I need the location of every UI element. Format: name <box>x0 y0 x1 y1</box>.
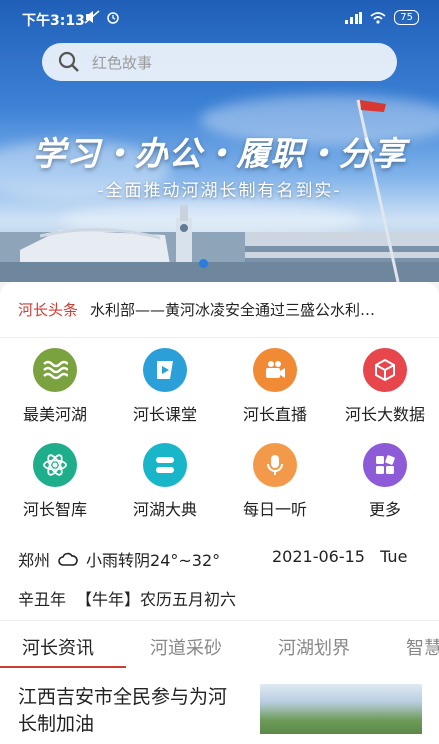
feature-hezhang-zhibo[interactable]: 河长直播 <box>220 348 330 425</box>
cloud-icon <box>58 552 78 566</box>
feature-hehu-dadian[interactable]: 河湖大典 <box>110 443 220 520</box>
weather-weekday: Tue <box>380 547 408 566</box>
play-icon <box>143 348 187 392</box>
feature-label: 河长智库 <box>22 500 87 519</box>
weather-condition: 小雨转阴24°~32° <box>86 551 221 570</box>
hero-banner[interactable]: 下午3:13 75 红色故事 学习・办公・履职・分享 -全面推动河湖长制有名到实… <box>0 0 439 282</box>
article-title[interactable]: 江西吉安市全民参与为河长制加油 <box>18 684 243 738</box>
feature-grid: 最美河湖 河长课堂 河长直播 河长大数据 河长智库 河湖大典 每日一听 更多 <box>0 337 439 532</box>
book-icon <box>143 443 187 487</box>
banner-subline: -全面推动河湖长制有名到实- <box>97 181 342 201</box>
waves-icon <box>33 348 77 392</box>
feature-label: 河长大数据 <box>344 405 425 424</box>
status-bar: 下午3:13 75 <box>0 0 439 36</box>
cube-icon <box>363 348 407 392</box>
lunar-year: 辛丑年 <box>18 590 67 609</box>
battery-icon: 75 <box>394 10 419 25</box>
feature-label: 河长课堂 <box>132 405 197 424</box>
mute-icon <box>84 10 100 24</box>
category-tabs: 河长资讯 河道采砂 河湖划界 智慧 <box>0 620 439 670</box>
zodiac-year: 【牛年】 <box>76 590 141 609</box>
feature-meiri-yiting[interactable]: 每日一听 <box>220 443 330 520</box>
ticker-tag: 河长头条 <box>18 301 79 319</box>
feature-hezhang-ketang[interactable]: 河长课堂 <box>110 348 220 425</box>
signal-icon <box>345 11 363 24</box>
feature-hezhang-zhiku[interactable]: 河长智库 <box>0 443 110 520</box>
status-time: 下午3:13 <box>22 13 85 29</box>
wifi-icon <box>370 11 386 24</box>
banner-headline: 学习・办公・履职・分享 <box>32 134 407 173</box>
feature-label: 河湖大典 <box>132 500 197 519</box>
mic-icon <box>253 443 297 487</box>
feature-label: 河长直播 <box>242 405 307 424</box>
feature-label: 每日一听 <box>242 500 307 519</box>
feature-label: 最美河湖 <box>22 405 87 424</box>
atom-icon <box>33 443 77 487</box>
lunar-date: 农历五月初六 <box>140 590 237 609</box>
tab-zhihui[interactable]: 智慧 <box>406 634 439 660</box>
feature-zuimei-hehu[interactable]: 最美河湖 <box>0 348 110 425</box>
tab-hezhang-zixun[interactable]: 河长资讯 <box>22 634 94 660</box>
video-icon <box>253 348 297 392</box>
search-icon <box>58 51 79 72</box>
tab-hehu-huajie[interactable]: 河湖划界 <box>278 634 350 660</box>
news-ticker[interactable]: 河长头条 水利部——黄河冰凌安全通过三盛公水利… <box>0 282 439 337</box>
active-tab-underline <box>0 666 126 668</box>
grid-icon <box>363 443 407 487</box>
bottom-nav <box>0 734 439 744</box>
carousel-indicator[interactable] <box>199 259 208 268</box>
weather-city: 郑州 <box>18 551 51 570</box>
search-bar[interactable]: 红色故事 <box>42 43 397 81</box>
ticker-text[interactable]: 水利部——黄河冰凌安全通过三盛公水利… <box>90 299 375 320</box>
tab-hedao-caisha[interactable]: 河道采砂 <box>150 634 222 660</box>
alarm-icon <box>107 12 119 24</box>
weather-date: 2021-06-15 <box>272 547 365 566</box>
news-list-item[interactable]: 江西吉安市全民参与为河长制加油 <box>0 670 439 744</box>
weather-panel: 郑州 小雨转阴24°~32° 2021-06-15 Tue 辛丑年 【牛年】 农… <box>0 532 439 620</box>
feature-more[interactable]: 更多 <box>330 443 439 520</box>
feature-hezhang-dashuju[interactable]: 河长大数据 <box>330 348 439 425</box>
feature-label: 更多 <box>368 500 401 519</box>
search-placeholder: 红色故事 <box>92 53 153 72</box>
